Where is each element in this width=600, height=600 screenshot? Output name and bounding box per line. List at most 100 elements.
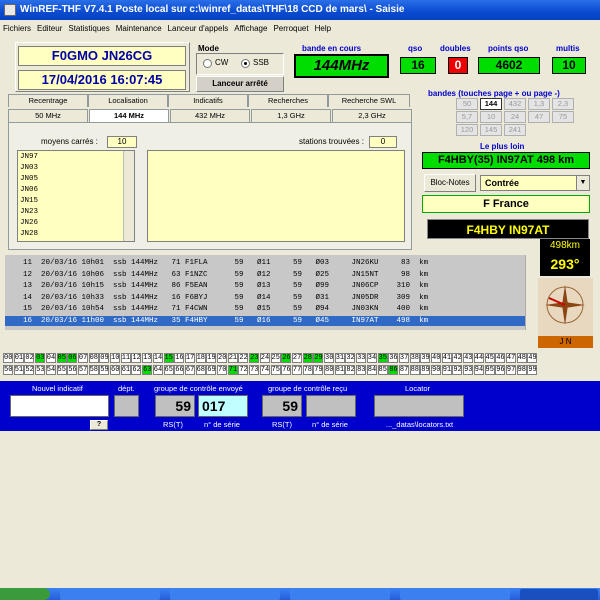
- dept-cell[interactable]: 61: [120, 365, 131, 375]
- menu-item[interactable]: Statistiques: [65, 20, 112, 38]
- dept-cell[interactable]: 70: [217, 365, 227, 375]
- dept-cell[interactable]: 16: [174, 353, 185, 363]
- squares-scrollbar[interactable]: [123, 151, 134, 241]
- dept-cell[interactable]: 96: [495, 365, 506, 375]
- dept-cell[interactable]: 57: [77, 365, 88, 375]
- dept-cell[interactable]: 40: [431, 353, 441, 363]
- dept-cell[interactable]: 72: [238, 365, 249, 375]
- menu-item[interactable]: Lanceur d'appels: [165, 20, 232, 38]
- tab-recentrage[interactable]: Recentrage: [8, 94, 88, 107]
- menu-item[interactable]: Fichiers: [0, 20, 34, 38]
- dept-cell[interactable]: 17: [184, 353, 195, 363]
- dept-cell[interactable]: 10: [110, 353, 120, 363]
- log-row[interactable]: 16 20/03/16 11h00 ssb 144MHz 35 F4HBY 59…: [5, 315, 526, 326]
- dept-cell[interactable]: 30: [324, 353, 334, 363]
- dept-cell[interactable]: 91: [441, 365, 452, 375]
- stations-list[interactable]: [147, 150, 405, 242]
- dept-cell[interactable]: 29: [313, 353, 324, 363]
- tab-recherches[interactable]: Recherches: [248, 94, 328, 107]
- dept-cell[interactable]: 62: [131, 365, 142, 375]
- dept-cell[interactable]: 84: [366, 365, 377, 375]
- dept-cell[interactable]: 75: [270, 365, 281, 375]
- log-scrollbar[interactable]: [525, 255, 535, 330]
- dept-cell[interactable]: 34: [366, 353, 377, 363]
- dept-cell[interactable]: 79: [313, 365, 324, 375]
- tab-band-1[interactable]: 144 MHz: [89, 109, 169, 122]
- dept-cell[interactable]: 19: [206, 353, 217, 363]
- dept-cell[interactable]: 73: [249, 365, 260, 375]
- dept-cell[interactable]: 54: [45, 365, 56, 375]
- dept-cell[interactable]: 69: [206, 365, 217, 375]
- band-button-120[interactable]: 120: [456, 124, 478, 136]
- square-item[interactable]: JN28: [20, 230, 38, 238]
- log-row[interactable]: 14 20/03/16 10h33 ssb 144MHz 16 F6BYJ 59…: [5, 293, 526, 303]
- locator-input[interactable]: [374, 395, 464, 417]
- qso-log[interactable]: 11 20/03/16 10h01 ssb 144MHz 71 F1FLA 59…: [5, 255, 535, 330]
- chevron-down-icon[interactable]: ▼: [576, 176, 589, 190]
- dept-cell[interactable]: 53: [35, 365, 46, 375]
- dept-cell[interactable]: 55: [56, 365, 67, 375]
- notes-button[interactable]: Bloc-Notes: [424, 174, 476, 192]
- dept-cell[interactable]: 49: [527, 353, 538, 363]
- dept-cell[interactable]: 41: [441, 353, 452, 363]
- dept-cell[interactable]: 74: [259, 365, 270, 375]
- cw-radio[interactable]: [203, 59, 212, 68]
- square-item[interactable]: JN05: [20, 175, 38, 183]
- recv-serial[interactable]: [306, 395, 356, 417]
- dept-cell[interactable]: 13: [142, 353, 153, 363]
- log-row[interactable]: 15 20/03/16 10h54 ssb 144MHz 71 F4CWN 59…: [5, 304, 526, 314]
- taskbar-item[interactable]: [400, 589, 510, 600]
- menu-item[interactable]: Affichage: [231, 20, 270, 38]
- dept-cell[interactable]: 39: [420, 353, 431, 363]
- tab-band-0[interactable]: 50 MHz: [8, 109, 88, 122]
- dept-cell[interactable]: 83: [356, 365, 367, 375]
- start-button[interactable]: [0, 588, 50, 600]
- log-row[interactable]: 13 20/03/16 10h15 ssb 144MHz 86 F5EAN 59…: [5, 281, 526, 291]
- dept-cell[interactable]: 78: [302, 365, 313, 375]
- taskbar-item[interactable]: [170, 589, 280, 600]
- dept-cell[interactable]: 89: [420, 365, 431, 375]
- dept-cell[interactable]: 01: [13, 353, 24, 363]
- taskbar-item[interactable]: [290, 589, 390, 600]
- dept-cell[interactable]: 56: [67, 365, 78, 375]
- dept-cell[interactable]: 93: [463, 365, 474, 375]
- dept-cell[interactable]: 90: [431, 365, 441, 375]
- dept-cell[interactable]: 50: [3, 365, 13, 375]
- dept-cell[interactable]: 85: [377, 365, 388, 375]
- menu-item[interactable]: Perroquet: [270, 20, 311, 38]
- dept-cell[interactable]: 44: [473, 353, 484, 363]
- dept-cell[interactable]: 03: [35, 353, 46, 363]
- dept-cell[interactable]: 05: [56, 353, 67, 363]
- dept-cell[interactable]: 14: [152, 353, 163, 363]
- square-item[interactable]: JN03: [20, 164, 38, 172]
- dept-cell[interactable]: 33: [356, 353, 367, 363]
- sent-serial[interactable]: 017: [198, 395, 248, 417]
- dept-cell[interactable]: 58: [88, 365, 99, 375]
- dept-cell[interactable]: 20: [217, 353, 227, 363]
- dept-cell[interactable]: 77: [291, 365, 302, 375]
- menu-item[interactable]: Editeur: [34, 20, 65, 38]
- dept-cell[interactable]: 65: [163, 365, 174, 375]
- dept-cell[interactable]: 36: [388, 353, 399, 363]
- launcher-button[interactable]: Lanceur arrêté: [196, 76, 284, 92]
- dept-cell[interactable]: 60: [110, 365, 120, 375]
- dept-cell[interactable]: 51: [13, 365, 24, 375]
- taskbar-item-active[interactable]: [520, 589, 598, 600]
- band-button-75[interactable]: 75: [552, 111, 574, 123]
- dept-cell[interactable]: 08: [88, 353, 99, 363]
- band-button-144[interactable]: 144: [480, 98, 502, 110]
- dept-cell[interactable]: 45: [484, 353, 495, 363]
- tab-localisation[interactable]: Localisation: [88, 94, 168, 107]
- log-row[interactable]: 12 20/03/16 10h06 ssb 144MHz 63 F1NZC 59…: [5, 270, 526, 280]
- dept-cell[interactable]: 07: [77, 353, 88, 363]
- dept-cell[interactable]: 43: [463, 353, 474, 363]
- band-button-24[interactable]: 24: [504, 111, 526, 123]
- band-button-145[interactable]: 145: [480, 124, 502, 136]
- dept-cell[interactable]: 68: [195, 365, 206, 375]
- square-item[interactable]: JN26: [20, 219, 38, 227]
- dept-cell[interactable]: 25: [270, 353, 281, 363]
- dept-cell[interactable]: 22: [238, 353, 249, 363]
- square-item[interactable]: JN97: [20, 153, 38, 161]
- dept-cell[interactable]: 21: [227, 353, 238, 363]
- dept-cell[interactable]: 04: [45, 353, 56, 363]
